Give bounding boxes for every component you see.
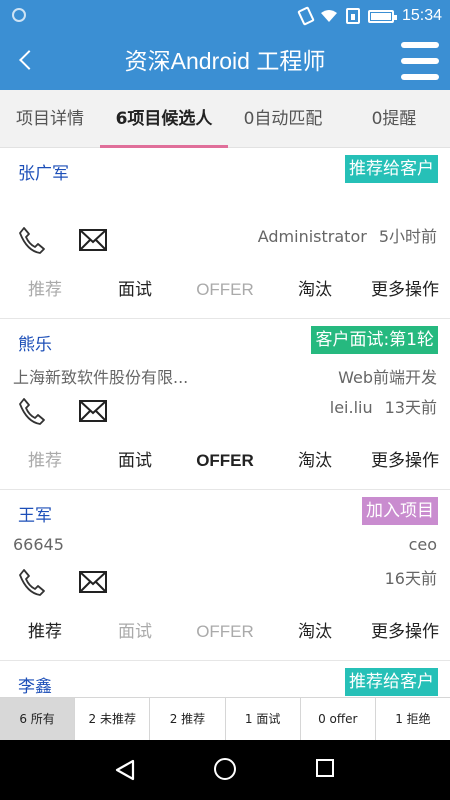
phone-icon[interactable] (17, 567, 47, 597)
more-actions-button[interactable]: 更多操作 (360, 444, 450, 478)
status-badge: 推荐给客户 (345, 668, 438, 696)
app-header: 资深Android 工程师 (0, 32, 450, 90)
recommend-button[interactable]: 推荐 (0, 615, 90, 649)
status-badge: 加入项目 (362, 497, 438, 525)
filter-recommended[interactable]: 2 推荐 (150, 698, 226, 740)
offer-button[interactable]: OFFER (180, 444, 270, 478)
candidate-name[interactable]: 张广军 (18, 159, 69, 184)
page-title: 资深Android 工程师 (124, 48, 326, 74)
tab-project-details[interactable]: 项目详情 (0, 90, 100, 148)
candidate-company: 上海新致软件股份有限... (13, 368, 189, 387)
phone-icon[interactable] (17, 225, 47, 255)
interview-button[interactable]: 面试 (90, 615, 180, 649)
reject-button[interactable]: 淘汰 (270, 444, 360, 478)
filter-not-recommended[interactable]: 2 未推荐 (75, 698, 151, 740)
more-actions-button[interactable]: 更多操作 (360, 273, 450, 307)
tab-project-candidates[interactable]: 6项目候选人 (100, 90, 228, 148)
candidate-card[interactable]: 张广军 推荐给客户 Administrator 5小时前 推荐 面试 OFFER … (0, 149, 450, 319)
candidate-company: 66645 (13, 535, 64, 554)
interview-button[interactable]: 面试 (90, 273, 180, 307)
back-arrow-icon[interactable] (6, 41, 46, 81)
recommend-button[interactable]: 推荐 (0, 444, 90, 478)
phone-icon[interactable] (17, 396, 47, 426)
filter-rejected[interactable]: 1 拒绝 (376, 698, 450, 740)
sim-card-icon (345, 8, 360, 24)
candidate-list: 张广军 推荐给客户 Administrator 5小时前 推荐 面试 OFFER … (0, 149, 450, 697)
candidate-card[interactable]: 熊乐 客户面试:第1轮 上海新致软件股份有限... Web前端开发 lei.li… (0, 320, 450, 490)
reject-button[interactable]: 淘汰 (270, 615, 360, 649)
candidate-card[interactable]: 李鑫 推荐给客户 (0, 662, 450, 697)
candidate-position: Web前端开发 (338, 368, 437, 387)
mail-icon[interactable] (79, 571, 107, 593)
nav-back-icon[interactable] (114, 759, 136, 781)
mail-icon[interactable] (79, 229, 107, 251)
interview-button[interactable]: 面试 (90, 444, 180, 478)
system-navigation-bar (0, 740, 450, 800)
status-filter-bar: 6 所有 2 未推荐 2 推荐 1 面试 0 offer 1 拒绝 (0, 697, 450, 740)
updated-time: 13天前 (384, 398, 437, 417)
hamburger-menu-icon[interactable] (398, 39, 442, 83)
candidate-meta: 16天前 (385, 565, 437, 589)
updated-time: 5小时前 (378, 227, 437, 246)
candidate-name[interactable]: 王军 (18, 501, 52, 526)
status-badge: 推荐给客户 (345, 155, 438, 183)
reject-button[interactable]: 淘汰 (270, 273, 360, 307)
action-row: 推荐 面试 OFFER 淘汰 更多操作 (0, 273, 450, 307)
candidate-name[interactable]: 李鑫 (18, 672, 52, 697)
candidate-meta: lei.liu 13天前 (330, 394, 437, 418)
filter-all[interactable]: 6 所有 (0, 698, 76, 740)
tab-reminders[interactable]: 0提醒 (338, 90, 450, 148)
owner-name: Administrator (257, 227, 367, 246)
offer-button[interactable]: OFFER (180, 615, 270, 649)
status-bar: 15:34 (0, 0, 450, 32)
recommend-button[interactable]: 推荐 (0, 273, 90, 307)
status-icons: 15:34 (297, 0, 442, 32)
tab-auto-match[interactable]: 0自动匹配 (228, 90, 338, 148)
battery-icon (367, 9, 397, 23)
offer-button[interactable]: OFFER (180, 273, 270, 307)
nav-home-icon[interactable] (214, 758, 236, 780)
nav-recent-apps-icon[interactable] (316, 759, 334, 777)
candidate-meta: Administrator 5小时前 (258, 223, 437, 247)
owner-name: lei.liu (329, 398, 373, 417)
candidate-card[interactable]: 王军 加入项目 66645 ceo 16天前 推荐 面试 OFFER 淘汰 更多… (0, 491, 450, 661)
action-row: 推荐 面试 OFFER 淘汰 更多操作 (0, 615, 450, 649)
candidate-position: ceo (408, 535, 437, 554)
mail-icon[interactable] (79, 400, 107, 422)
tab-bar: 项目详情 6项目候选人 0自动匹配 0提醒 (0, 90, 450, 148)
filter-interview[interactable]: 1 面试 (226, 698, 301, 740)
filter-offer[interactable]: 0 offer (301, 698, 376, 740)
notification-icon (12, 8, 26, 22)
wifi-icon (320, 10, 337, 22)
updated-time: 16天前 (384, 569, 437, 588)
candidate-name[interactable]: 熊乐 (18, 330, 52, 355)
more-actions-button[interactable]: 更多操作 (360, 615, 450, 649)
clock: 15:34 (401, 7, 442, 24)
vibrate-icon (297, 6, 315, 26)
status-badge: 客户面试:第1轮 (311, 326, 438, 354)
action-row: 推荐 面试 OFFER 淘汰 更多操作 (0, 444, 450, 478)
